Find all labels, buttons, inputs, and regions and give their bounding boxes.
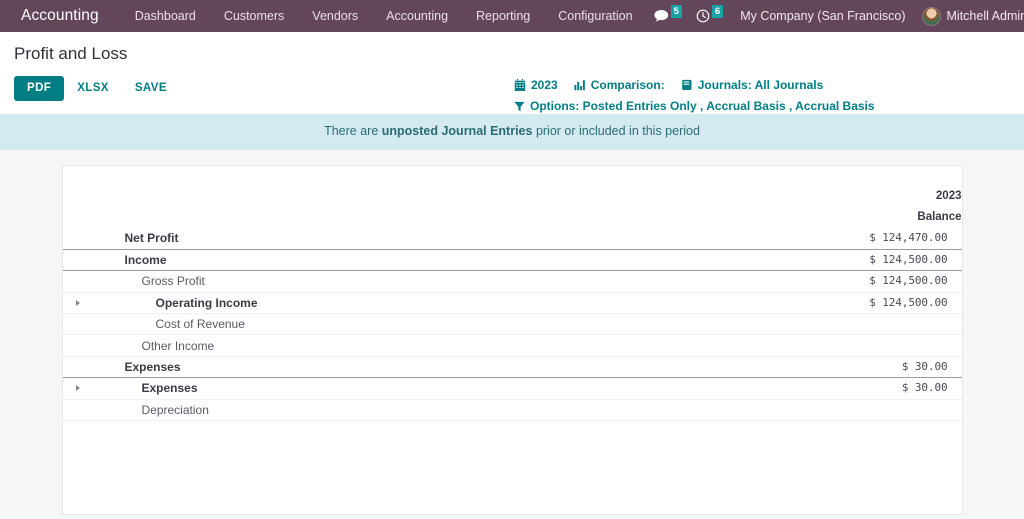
journals-filter-label: Journals: All Journals [698,78,824,92]
alert-suffix: prior or included in this period [532,124,699,138]
caret-cell-empty [63,228,85,249]
row-label[interactable]: Net Profit [85,228,807,249]
report-card: 2023 Balance Net Profit$ 124,470.00Incom… [62,165,963,515]
user-menu[interactable]: Mitchell Admin [916,7,1024,26]
menu-item-dashboard[interactable]: Dashboard [121,0,210,32]
header-balance: Balance [807,207,962,228]
row-balance: $ 30.00 [807,378,962,399]
messages-button[interactable]: 5 [647,0,689,32]
clock-icon [696,9,710,23]
caret-cell-empty [63,271,85,292]
menu-item-configuration[interactable]: Configuration [544,0,646,32]
save-button[interactable]: SAVE [122,76,180,101]
caret-cell-empty [63,356,85,377]
apps-grid-icon[interactable] [8,7,15,25]
row-label[interactable]: Gross Profit [85,271,807,292]
control-panel: Profit and Loss PDF XLSX SAVE 2023 [0,32,1024,114]
report-content: 2023 Balance Net Profit$ 124,470.00Incom… [0,150,1024,500]
row-balance: $ 124,500.00 [807,271,962,292]
top-navbar: Accounting Dashboard Customers Vendors A… [0,0,1024,32]
activities-button[interactable]: 6 [689,0,730,32]
chat-bubble-icon [654,10,669,23]
page-title: Profit and Loss [14,44,1008,64]
app-brand[interactable]: Accounting [21,7,99,25]
table-header-row: 2023 Balance [63,186,962,228]
header-balance-col: 2023 Balance [807,186,962,228]
header-name-col [85,186,807,228]
comparison-filter[interactable]: Comparison: [574,78,665,92]
row-balance: $ 124,500.00 [807,249,962,270]
menu-item-customers[interactable]: Customers [210,0,298,32]
date-filter-label: 2023 [531,78,558,92]
table-head: 2023 Balance [63,186,962,228]
caret-cell-empty [63,314,85,335]
row-label[interactable]: Other Income [85,335,807,356]
unposted-entries-alert: There are unposted Journal Entries prior… [0,114,1024,150]
date-filter[interactable]: 2023 [514,78,558,92]
expand-caret-cell[interactable] [63,378,85,399]
options-filter-label: Options: Posted Entries Only , Accrual B… [530,99,875,113]
caret-cell-empty [63,335,85,356]
row-label[interactable]: Operating Income [85,292,807,313]
filters-line-1: 2023 Comparison: [514,78,875,92]
header-caret-col [63,186,85,228]
expand-caret-cell[interactable] [63,292,85,313]
row-balance [807,335,962,356]
bar-chart-icon [574,79,586,91]
journals-filter[interactable]: Journals: All Journals [681,78,824,92]
caret-cell-empty [63,399,85,420]
row-label[interactable]: Expenses [85,356,807,377]
navbar-systray: 5 6 My Company (San Francisco) Mitchell … [647,0,1024,32]
table-row[interactable]: Expenses$ 30.00 [63,356,962,377]
options-filter[interactable]: Options: Posted Entries Only , Accrual B… [514,99,875,113]
main-menu: Dashboard Customers Vendors Accounting R… [121,0,647,32]
export-button-group: PDF XLSX SAVE [14,76,180,101]
filter-icon [514,101,525,112]
table-body: Net Profit$ 124,470.00Income$ 124,500.00… [63,228,962,421]
profit-and-loss-table: 2023 Balance Net Profit$ 124,470.00Incom… [63,186,962,421]
row-balance: $ 30.00 [807,356,962,377]
row-balance [807,399,962,420]
comparison-filter-label: Comparison: [591,78,665,92]
alert-prefix: There are [324,124,382,138]
row-label[interactable]: Cost of Revenue [85,314,807,335]
row-balance: $ 124,470.00 [807,228,962,249]
row-label[interactable]: Depreciation [85,399,807,420]
table-row[interactable]: Operating Income$ 124,500.00 [63,292,962,313]
book-icon [681,79,693,91]
menu-item-accounting[interactable]: Accounting [372,0,462,32]
activities-badge: 6 [712,5,723,18]
table-row[interactable]: Depreciation [63,399,962,420]
menu-item-vendors[interactable]: Vendors [298,0,372,32]
avatar [922,7,941,26]
row-balance [807,314,962,335]
calendar-icon [514,79,526,91]
user-name: Mitchell Admin [947,9,1024,23]
table-row[interactable]: Income$ 124,500.00 [63,249,962,270]
filters-line-2: Options: Posted Entries Only , Accrual B… [514,99,875,113]
row-balance: $ 124,500.00 [807,292,962,313]
caret-cell-empty [63,249,85,270]
menu-item-reporting[interactable]: Reporting [462,0,544,32]
export-pdf-button[interactable]: PDF [14,76,64,101]
table-row[interactable]: Net Profit$ 124,470.00 [63,228,962,249]
export-xlsx-button[interactable]: XLSX [64,76,122,101]
header-year: 2023 [807,186,962,207]
table-row[interactable]: Other Income [63,335,962,356]
table-row[interactable]: Gross Profit$ 124,500.00 [63,271,962,292]
table-row[interactable]: Cost of Revenue [63,314,962,335]
row-label[interactable]: Expenses [85,378,807,399]
alert-link[interactable]: unposted Journal Entries [382,124,533,138]
report-filters: 2023 Comparison: [514,78,875,113]
company-switcher[interactable]: My Company (San Francisco) [730,9,915,23]
chevron-right-icon[interactable] [76,385,80,391]
row-label[interactable]: Income [85,249,807,270]
chevron-right-icon[interactable] [76,300,80,306]
control-panel-row: PDF XLSX SAVE 2023 [14,76,1008,101]
table-row[interactable]: Expenses$ 30.00 [63,378,962,399]
messages-badge: 5 [671,5,682,18]
